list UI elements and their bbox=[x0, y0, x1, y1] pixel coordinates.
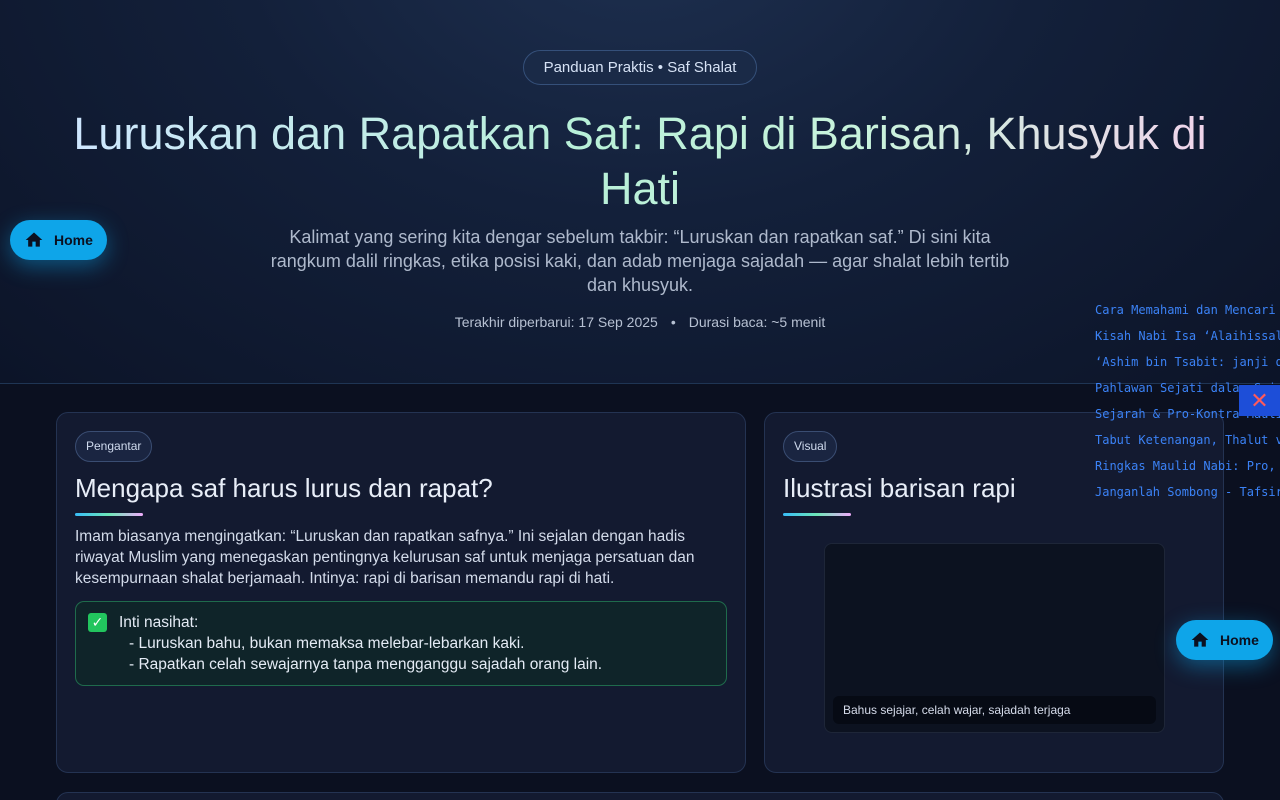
visual-title: Ilustrasi barisan rapi bbox=[783, 473, 1016, 503]
related-link[interactable]: Janganlah Sombong - Tafsir, E bbox=[1095, 482, 1280, 508]
next-card bbox=[56, 792, 1224, 800]
home-button-label: Home bbox=[1220, 632, 1259, 648]
close-icon[interactable]: ✕ bbox=[1239, 385, 1280, 416]
related-link[interactable]: ‘Ashim bin Tsabit: janji di p bbox=[1095, 352, 1280, 378]
intro-card: Pengantar Mengapa saf harus lurus dan ra… bbox=[56, 412, 746, 773]
hero-section: Panduan Praktis • Saf Shalat Luruskan da… bbox=[0, 0, 1280, 384]
tip-line: - Luruskan bahu, bukan memaksa melebar-l… bbox=[129, 635, 525, 652]
tip-box: ✓ Inti nasihat: - Luruskan bahu, bukan m… bbox=[75, 601, 727, 686]
related-link[interactable]: Tabut Ketenangan, Thalut vs J bbox=[1095, 430, 1280, 456]
page-title: Luruskan dan Rapatkan Saf: Rapi di Baris… bbox=[60, 106, 1220, 216]
home-icon bbox=[25, 232, 43, 247]
home-button-floating[interactable]: Home bbox=[1176, 620, 1273, 660]
tip-line: - Rapatkan celah sewajarnya tanpa mengga… bbox=[129, 656, 603, 673]
read-time: Durasi baca: ~5 menit bbox=[688, 314, 826, 330]
title-underline bbox=[75, 513, 143, 516]
check-icon: ✓ bbox=[88, 613, 107, 632]
home-button[interactable]: Home bbox=[10, 220, 107, 260]
intro-tag: Pengantar bbox=[75, 431, 153, 462]
intro-title: Mengapa saf harus lurus dan rapat? bbox=[75, 473, 493, 503]
home-icon bbox=[1191, 632, 1209, 647]
category-pill: Panduan Praktis • Saf Shalat bbox=[523, 50, 757, 85]
related-link[interactable]: Cara Memahami dan Mencari Ke bbox=[1095, 300, 1280, 326]
related-link[interactable]: Ringkas Maulid Nabi: Pro, Kon bbox=[1095, 456, 1280, 482]
home-button-label: Home bbox=[54, 232, 93, 248]
intro-body: Imam biasanya mengingatkan: “Luruskan da… bbox=[75, 528, 695, 587]
title-underline bbox=[783, 513, 851, 516]
illustration-caption: Bahus sejajar, celah wajar, sajadah terj… bbox=[833, 696, 1156, 724]
visual-tag: Visual bbox=[783, 431, 838, 462]
tip-title: Inti nasihat: bbox=[119, 614, 199, 631]
related-link[interactable]: Kisah Nabi Isa ‘Alaihissalam: bbox=[1095, 326, 1280, 352]
illustration-frame: Bahus sejajar, celah wajar, sajadah terj… bbox=[824, 543, 1165, 733]
article-meta: Terakhir diperbarui: 17 Sep 2025 • Durasi … bbox=[454, 314, 826, 330]
page-subtitle: Kalimat yang sering kita dengar sebelum … bbox=[270, 227, 1010, 295]
updated-date: Terakhir diperbarui: 17 Sep 2025 bbox=[454, 314, 658, 330]
